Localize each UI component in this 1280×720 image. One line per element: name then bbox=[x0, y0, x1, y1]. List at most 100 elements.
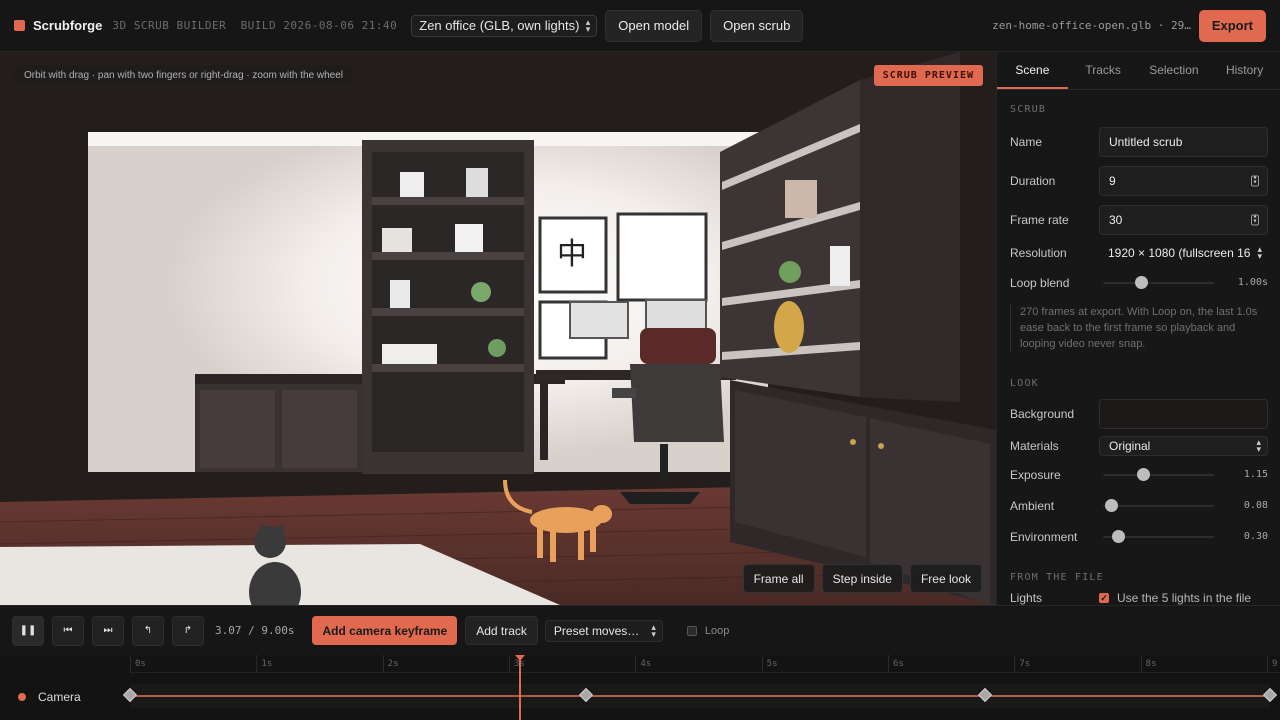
pause-button[interactable]: ❚❚ bbox=[12, 615, 44, 646]
brand-logo-icon bbox=[14, 20, 25, 31]
model-filename: zen-home-office-open.glb · 29… bbox=[992, 19, 1191, 32]
loop-blend-slider[interactable] bbox=[1099, 275, 1214, 291]
resolution-select[interactable]: 1920 × 1080 (fullscreen 16 ▴ ▾ bbox=[1099, 242, 1268, 264]
slider-thumb[interactable] bbox=[1105, 498, 1118, 512]
skip-forward-icon: ⏭ bbox=[103, 625, 113, 636]
exposure-value: 1.15 bbox=[1243, 469, 1268, 480]
scrub-section-heading: SCRUB bbox=[1010, 104, 1047, 115]
open-scrub-button[interactable]: Open scrub bbox=[710, 9, 804, 42]
resolution-label: Resolution bbox=[1010, 246, 1067, 260]
svg-text:中: 中 bbox=[557, 237, 587, 272]
select-arrows-icon: ▴ ▾ bbox=[651, 621, 656, 639]
background-color-swatch[interactable] bbox=[1099, 398, 1268, 429]
ambient-row: Ambient 0.08 bbox=[997, 490, 1280, 521]
undo-button[interactable]: ↰ bbox=[132, 615, 164, 646]
skip-to-end-button[interactable]: ⏭ bbox=[92, 615, 124, 646]
environment-slider[interactable] bbox=[1099, 529, 1214, 545]
ruler-tick: 0s bbox=[130, 655, 146, 673]
office-scene-render: 中 bbox=[0, 52, 996, 605]
redo-icon: ↱ bbox=[183, 625, 193, 636]
top-bar: Scrubforge 3D SCRUB BUILDER BUILD 2026-0… bbox=[0, 0, 1280, 52]
environment-value: 0.30 bbox=[1243, 531, 1268, 542]
pause-icon: ❚❚ bbox=[19, 625, 37, 636]
name-input[interactable]: Untitled scrub bbox=[1099, 126, 1268, 157]
tab-history[interactable]: History bbox=[1209, 52, 1280, 89]
keyframe-marker[interactable] bbox=[578, 687, 594, 703]
camera-track-label[interactable]: Camera bbox=[18, 690, 81, 704]
framerate-input[interactable]: 30 ▴ ▾ bbox=[1099, 204, 1268, 235]
track-color-dot bbox=[18, 693, 26, 701]
environment-label: Environment bbox=[1010, 529, 1078, 544]
loop-label: Loop bbox=[704, 624, 730, 637]
duration-label: Duration bbox=[1010, 173, 1056, 188]
tab-scene[interactable]: Scene bbox=[997, 52, 1068, 89]
lights-row: Lights ✓ Use the 5 lights in the file bbox=[997, 584, 1280, 605]
time-readout: 3.07 / 9.00s bbox=[215, 624, 295, 637]
app-subtitle: 3D SCRUB BUILDER BUILD 2026-08-06 21:40 bbox=[112, 19, 398, 32]
playhead[interactable] bbox=[514, 655, 525, 720]
materials-label: Materials bbox=[1010, 439, 1059, 453]
model-select[interactable]: Zen office (GLB, own lights) ▴ ▾ bbox=[411, 14, 598, 37]
ruler-tick: 8s bbox=[1140, 655, 1157, 673]
free-look-button[interactable]: Free look bbox=[909, 564, 982, 593]
slider-thumb[interactable] bbox=[1112, 529, 1125, 543]
materials-row: Materials Original ▴ ▾ bbox=[997, 433, 1280, 459]
ruler-tick: 6s bbox=[888, 655, 904, 673]
ruler-tick: 1s bbox=[256, 655, 272, 673]
ruler-tick: 2s bbox=[382, 655, 399, 673]
frame-all-button[interactable]: Frame all bbox=[742, 564, 815, 593]
skip-to-start-button[interactable]: ⏮ bbox=[52, 615, 84, 646]
ruler-tick: 7s bbox=[1014, 655, 1030, 673]
loop-blend-label: Loop blend bbox=[1010, 275, 1070, 290]
name-row: Name Untitled scrub bbox=[997, 122, 1280, 161]
ambient-slider[interactable] bbox=[1099, 498, 1214, 514]
file-section-heading: FROM THE FILE bbox=[1010, 572, 1104, 583]
loop-blend-value: 1.00s bbox=[1237, 277, 1268, 288]
undo-icon: ↰ bbox=[143, 625, 153, 636]
exposure-slider[interactable] bbox=[1099, 467, 1214, 483]
scrub-preview-badge: SCRUB PREVIEW bbox=[873, 65, 983, 86]
exposure-row: Exposure 1.15 bbox=[997, 459, 1280, 490]
ruler-tick: 5s bbox=[761, 655, 778, 673]
3d-viewport[interactable]: 中 Orbit with drag · pan with two fingers… bbox=[0, 52, 996, 605]
ruler-tick: 4s bbox=[635, 655, 651, 673]
stepper-icon[interactable]: ▴ ▾ bbox=[1251, 214, 1259, 225]
slider-thumb[interactable] bbox=[1137, 467, 1150, 481]
loop-toggle[interactable]: Loop bbox=[686, 624, 730, 637]
stepper-icon[interactable]: ▴ ▾ bbox=[1251, 175, 1259, 186]
slider-thumb[interactable] bbox=[1135, 275, 1148, 289]
time-ruler[interactable]: 0s1s2s3s4s5s6s7s8s9 bbox=[130, 655, 1280, 673]
duration-input[interactable]: 9 ▴ ▾ bbox=[1099, 165, 1268, 196]
app-name: Scrubforge bbox=[33, 18, 103, 33]
lights-checkbox[interactable]: ✓ bbox=[1099, 593, 1109, 603]
skip-back-icon: ⏮ bbox=[63, 625, 73, 636]
ambient-label: Ambient bbox=[1010, 498, 1055, 513]
look-section-heading: LOOK bbox=[1010, 378, 1039, 389]
materials-select[interactable]: Original ▴ ▾ bbox=[1099, 436, 1268, 456]
framerate-row: Frame rate 30 ▴ ▾ bbox=[997, 200, 1280, 239]
keyframe-marker[interactable] bbox=[977, 687, 993, 703]
camera-track-lane[interactable] bbox=[122, 684, 1278, 708]
lights-checkbox-label[interactable]: Use the 5 lights in the file bbox=[1117, 591, 1251, 605]
tab-selection[interactable]: Selection bbox=[1139, 52, 1210, 89]
viewport-camera-buttons: Frame all Step inside Free look bbox=[742, 564, 982, 593]
export-note: 270 frames at export. With Loop on, the … bbox=[1010, 304, 1268, 352]
add-camera-keyframe-button[interactable]: Add camera keyframe bbox=[312, 616, 458, 645]
keyframe-marker[interactable] bbox=[1262, 687, 1278, 703]
inspector-tabs: Scene Tracks Selection History bbox=[997, 52, 1280, 90]
export-button[interactable]: Export bbox=[1198, 9, 1266, 42]
redo-button[interactable]: ↱ bbox=[172, 615, 204, 646]
keyframe-marker[interactable] bbox=[122, 687, 138, 703]
tab-tracks[interactable]: Tracks bbox=[1068, 52, 1139, 89]
add-track-button[interactable]: Add track bbox=[465, 616, 538, 645]
resolution-row: Resolution 1920 × 1080 (fullscreen 16 ▴ ▾ bbox=[997, 239, 1280, 267]
environment-row: Environment 0.30 bbox=[997, 521, 1280, 552]
preset-moves-select[interactable]: Preset moves… ▴ ▾ bbox=[544, 619, 663, 642]
loop-blend-row: Loop blend 1.00s bbox=[997, 267, 1280, 298]
timeline[interactable]: 0s1s2s3s4s5s6s7s8s9 Camera bbox=[0, 655, 1280, 720]
loop-checkbox[interactable] bbox=[686, 625, 697, 636]
step-inside-button[interactable]: Step inside bbox=[821, 564, 903, 593]
open-model-button[interactable]: Open model bbox=[605, 9, 703, 42]
duration-row: Duration 9 ▴ ▾ bbox=[997, 161, 1280, 200]
framerate-label: Frame rate bbox=[1010, 212, 1069, 227]
